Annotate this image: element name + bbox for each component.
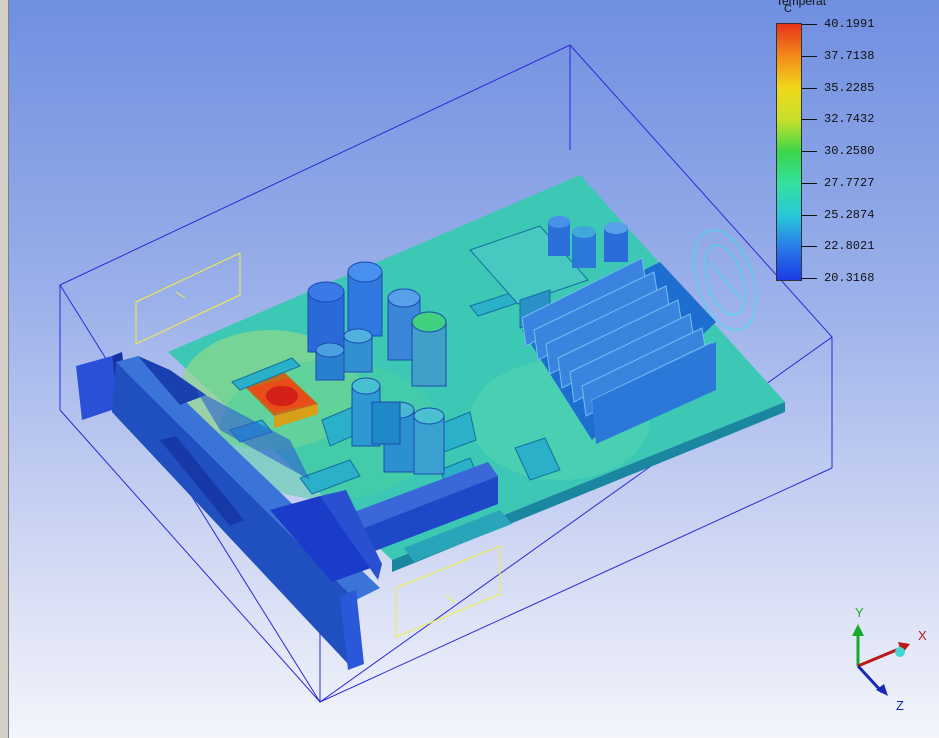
legend-tick [801,151,817,152]
legend-tick-label: 30.2580 [824,144,875,158]
legend-tick [801,55,817,57]
legend-tick [801,24,817,25]
legend-tick-label: 27.7727 [824,175,875,190]
legend-tick-label: 20.3168 [824,271,875,285]
legend-tick-label: 25.2874 [824,207,875,222]
legend-tick-label: 37.7138 [824,48,875,63]
legend-tick [801,182,817,184]
legend-tick-label: 22.8021 [824,239,875,254]
legend-tick [801,246,817,248]
3d-viewport[interactable]: Temperat C 40.1991 37.7138 35.2285 32.7432 3… [0,0,939,738]
legend-tick-label: 35.2285 [824,80,875,95]
legend-unit: C [784,3,792,15]
axis-triad[interactable]: Y X Z [840,600,939,720]
legend-tick [801,214,817,216]
legend-tick [801,278,817,279]
y-arrow-icon [852,624,864,636]
legend-tick [801,87,817,89]
color-scale-bar [776,23,802,281]
x-axis-label: X [918,628,927,643]
legend-tick-label: 32.7432 [824,112,875,127]
temperature-legend: Temperat C 40.1991 37.7138 35.2285 32.7432 3… [776,0,939,300]
origin-ball-icon [895,647,905,657]
legend-tick [801,119,817,121]
legend-tick-label: 40.1991 [824,17,875,31]
y-axis-label: Y [855,605,864,620]
z-axis-label: Z [896,698,904,713]
